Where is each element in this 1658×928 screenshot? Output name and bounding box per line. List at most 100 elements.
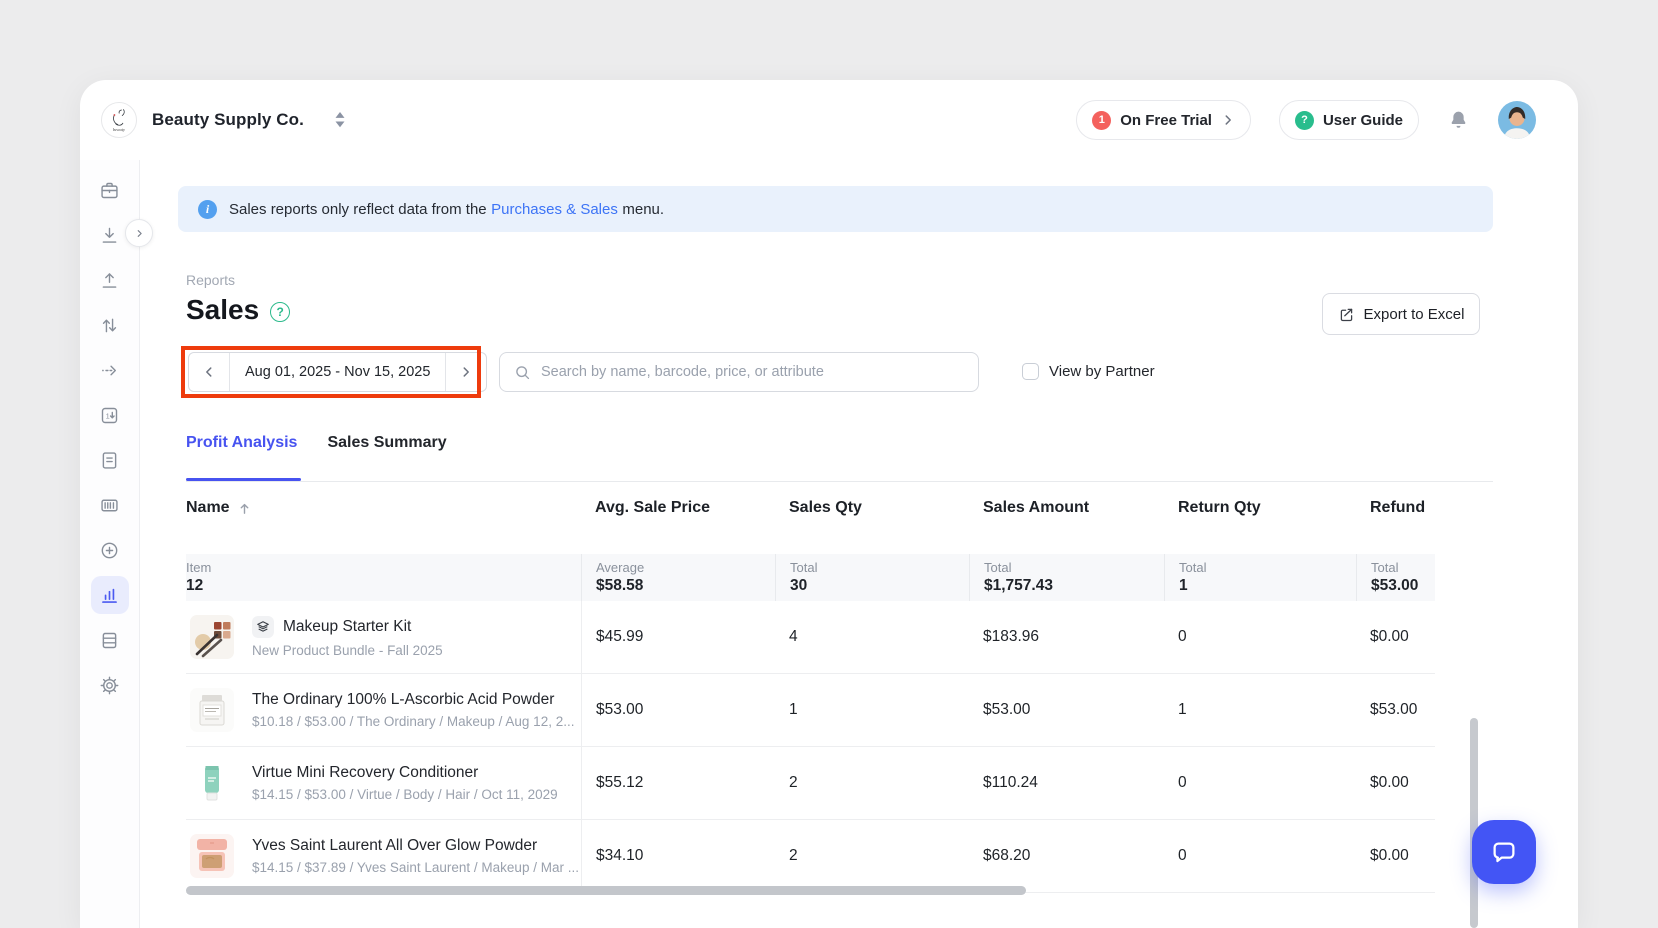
tab-sales-summary[interactable]: Sales Summary — [327, 434, 446, 452]
table-summary-row: Item 12 Average $58.58 Total 30 Total $1… — [186, 554, 1435, 601]
view-by-partner-checkbox[interactable] — [1022, 363, 1039, 380]
return-qty-value: 0 — [1164, 628, 1356, 646]
return-qty-value: 0 — [1164, 847, 1356, 865]
stacked-rows-icon — [99, 630, 120, 651]
product-subtitle: $14.15 / $37.89 / Yves Saint Laurent / M… — [252, 860, 579, 875]
sidebar-item-documents[interactable] — [91, 441, 129, 479]
sidebar-item-orders[interactable] — [91, 171, 129, 209]
user-avatar[interactable] — [1498, 101, 1536, 139]
summary-total-return-cell: Total 1 — [1164, 554, 1356, 601]
breadcrumb: Reports — [186, 272, 235, 288]
tabs-divider — [186, 481, 1493, 482]
sidebar-item-add-new[interactable] — [91, 531, 129, 569]
column-header-sales-qty[interactable]: Sales Qty — [775, 499, 969, 517]
product-subtitle: $10.18 / $53.00 / The Ordinary / Makeup … — [252, 714, 574, 729]
upload-icon — [99, 270, 120, 291]
sidebar-item-dispatch[interactable] — [91, 351, 129, 389]
search-input[interactable] — [541, 364, 964, 380]
sidebar-item-reports[interactable] — [91, 576, 129, 614]
sidebar-item-stock-in[interactable] — [91, 216, 129, 254]
refund-value: $0.00 — [1356, 847, 1435, 865]
export-to-excel-button[interactable]: Export to Excel — [1322, 293, 1480, 335]
sidebar-expand-button[interactable] — [125, 219, 153, 247]
user-guide-label: User Guide — [1323, 112, 1403, 129]
sidebar-item-transfer[interactable] — [91, 306, 129, 344]
box-icon — [99, 180, 120, 201]
column-header-sales-amount[interactable]: Sales Amount — [969, 499, 1164, 517]
free-trial-button[interactable]: 1 On Free Trial — [1076, 100, 1251, 140]
product-name: Virtue Mini Recovery Conditioner — [252, 764, 478, 782]
product-subtitle: New Product Bundle - Fall 2025 — [252, 643, 443, 658]
date-prev-button[interactable] — [189, 353, 229, 391]
avg-sale-price-value: $55.12 — [581, 747, 775, 819]
table-row[interactable]: Yves Saint Laurent All Over Glow Powder … — [186, 820, 1435, 893]
product-name: Makeup Starter Kit — [283, 618, 411, 636]
svg-text:beauty: beauty — [113, 127, 126, 132]
summary-item-cell: Item 12 — [186, 554, 581, 601]
svg-text:1: 1 — [106, 411, 110, 420]
table-row[interactable]: Makeup Starter Kit New Product Bundle - … — [186, 601, 1435, 674]
sidebar-item-inventory[interactable] — [91, 621, 129, 659]
avg-sale-price-value: $53.00 — [581, 674, 775, 746]
summary-average-cell: Average $58.58 — [581, 554, 775, 601]
column-header-return-qty[interactable]: Return Qty — [1164, 499, 1356, 517]
sidebar-item-settings[interactable] — [91, 666, 129, 704]
user-guide-button[interactable]: ? User Guide — [1279, 100, 1419, 140]
table-header-row: Name Avg. Sale Price Sales Qty Sales Amo… — [186, 490, 1435, 526]
purchases-sales-link[interactable]: Purchases & Sales — [491, 201, 618, 218]
product-thumbnail-compact — [190, 834, 234, 878]
dashed-arrow-icon — [99, 360, 120, 381]
column-header-name[interactable]: Name — [186, 499, 581, 517]
banner-text: Sales reports only reflect data from the — [229, 201, 487, 218]
notifications-bell-icon[interactable] — [1447, 109, 1470, 132]
sales-qty-value: 2 — [775, 847, 969, 865]
date-range-value[interactable]: Aug 01, 2025 - Nov 15, 2025 — [229, 353, 446, 391]
summary-item-count: 12 — [186, 577, 581, 595]
refund-value: $0.00 — [1356, 628, 1435, 646]
page-title: Sales — [186, 294, 259, 326]
view-by-partner-label: View by Partner — [1049, 363, 1155, 380]
product-subtitle: $14.15 / $53.00 / Virtue / Body / Hair /… — [252, 787, 558, 802]
main-content: i Sales reports only reflect data from t… — [140, 160, 1578, 928]
refund-value: $53.00 — [1356, 701, 1435, 719]
company-switcher-icon[interactable] — [335, 112, 345, 128]
product-thumbnail-makeup-kit — [190, 615, 234, 659]
chevron-right-icon — [132, 226, 147, 241]
column-header-refund[interactable]: Refund — [1356, 499, 1435, 517]
tab-profit-analysis[interactable]: Profit Analysis — [186, 434, 297, 452]
download-icon — [99, 225, 120, 246]
bundle-layers-icon — [252, 616, 274, 638]
search-box — [499, 352, 979, 392]
table-row[interactable]: The Ordinary 100% L-Ascorbic Acid Powder… — [186, 674, 1435, 747]
sort-ascending-icon — [237, 501, 252, 516]
avg-sale-price-value: $34.10 — [581, 820, 775, 892]
horizontal-scrollbar[interactable] — [186, 886, 1026, 895]
barcode-icon — [99, 495, 120, 516]
view-by-partner-control: View by Partner — [1022, 363, 1155, 380]
company-logo: beauty — [101, 102, 137, 138]
title-help-icon[interactable]: ? — [270, 302, 290, 322]
vertical-scrollbar[interactable] — [1470, 718, 1478, 928]
app-body: 1 — [80, 160, 1578, 928]
summary-total-qty-cell: Total 30 — [775, 554, 969, 601]
sidebar-item-stock-out[interactable] — [91, 261, 129, 299]
column-header-avg-sale-price[interactable]: Avg. Sale Price — [581, 499, 775, 517]
info-icon: i — [198, 200, 217, 219]
document-icon — [99, 450, 120, 471]
transfer-arrows-icon — [99, 315, 120, 336]
top-bar-actions: 1 On Free Trial ? User Guide — [1076, 100, 1536, 140]
chevron-left-icon — [202, 365, 216, 379]
chat-launcher-button[interactable] — [1472, 820, 1536, 884]
chat-bubble-icon — [1489, 837, 1519, 867]
summary-total-amount-cell: Total $1,757.43 — [969, 554, 1164, 601]
bar-chart-icon — [99, 585, 120, 606]
date-next-button[interactable] — [446, 353, 486, 391]
top-bar: beauty Beauty Supply Co. 1 On Free Trial… — [80, 80, 1578, 160]
chevron-right-icon — [1221, 113, 1235, 127]
sidebar-item-adjustment[interactable]: 1 — [91, 396, 129, 434]
adjustment-box-icon: 1 — [99, 405, 120, 426]
date-range-picker: Aug 01, 2025 - Nov 15, 2025 — [188, 352, 487, 392]
sidebar-item-barcode[interactable] — [91, 486, 129, 524]
table-row[interactable]: Virtue Mini Recovery Conditioner $14.15 … — [186, 747, 1435, 820]
sales-qty-value: 4 — [775, 628, 969, 646]
